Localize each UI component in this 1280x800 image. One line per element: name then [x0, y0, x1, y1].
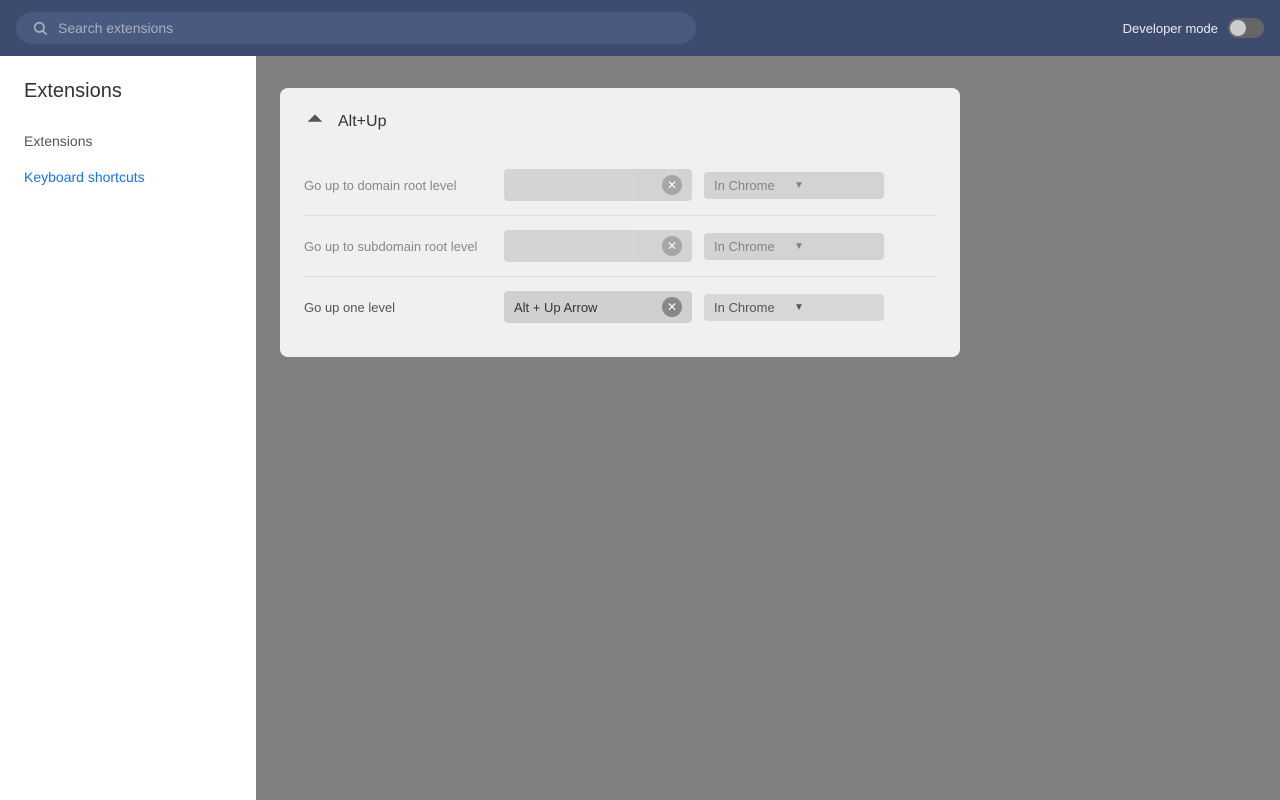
- chevron-icon-subdomain: ▼: [794, 241, 874, 252]
- developer-mode-toggle[interactable]: [1228, 18, 1264, 38]
- scope-label-one-level: In Chrome: [714, 300, 794, 315]
- clear-btn-one-level[interactable]: ✕: [662, 297, 682, 317]
- shortcut-input-subdomain[interactable]: ✕: [504, 230, 692, 262]
- clear-btn-subdomain[interactable]: ✕: [662, 236, 682, 256]
- content-area: Alt+Up Go up to domain root level ✕ In C…: [256, 56, 1280, 800]
- shortcut-input-domain[interactable]: ✕: [504, 169, 692, 201]
- sidebar-title: Extensions: [0, 76, 256, 123]
- search-icon: [32, 20, 48, 36]
- chevron-icon-domain: ▼: [794, 180, 874, 191]
- shortcut-label-domain: Go up to domain root level: [304, 178, 504, 193]
- scope-label-subdomain: In Chrome: [714, 239, 794, 254]
- shortcut-label-subdomain: Go up to subdomain root level: [304, 239, 504, 254]
- scope-select-subdomain[interactable]: In Chrome ▼: [704, 233, 884, 260]
- shortcut-row-subdomain: Go up to subdomain root level ✕ In Chrom…: [304, 216, 936, 277]
- scope-label-domain: In Chrome: [714, 178, 794, 193]
- clear-btn-domain[interactable]: ✕: [662, 175, 682, 195]
- top-bar: Developer mode: [0, 0, 1280, 56]
- developer-mode-label: Developer mode: [1123, 21, 1218, 36]
- card-header: Alt+Up: [304, 108, 936, 135]
- shortcut-card: Alt+Up Go up to domain root level ✕ In C…: [280, 88, 960, 357]
- card-title: Alt+Up: [338, 113, 386, 131]
- shortcut-label-one-level: Go up one level: [304, 300, 504, 315]
- search-input[interactable]: [58, 20, 680, 36]
- shortcut-row-domain: Go up to domain root level ✕ In Chrome ▼: [304, 155, 936, 216]
- scope-select-domain[interactable]: In Chrome ▼: [704, 172, 884, 199]
- sidebar-item-extensions[interactable]: Extensions: [0, 123, 256, 159]
- sidebar-item-keyboard-shortcuts[interactable]: Keyboard shortcuts: [0, 159, 256, 195]
- chevron-icon-one-level: ▼: [794, 302, 874, 313]
- up-arrow-icon: [304, 108, 326, 135]
- search-box[interactable]: [16, 12, 696, 44]
- main-layout: Extensions Extensions Keyboard shortcuts…: [0, 56, 1280, 800]
- developer-mode-area: Developer mode: [1123, 18, 1264, 38]
- shortcut-input-one-level[interactable]: Alt + Up Arrow ✕: [504, 291, 692, 323]
- sidebar: Extensions Extensions Keyboard shortcuts: [0, 56, 256, 800]
- shortcut-input-text-one-level: Alt + Up Arrow: [514, 300, 662, 315]
- scope-select-one-level[interactable]: In Chrome ▼: [704, 294, 884, 321]
- shortcut-row-one-level: Go up one level Alt + Up Arrow ✕ In Chro…: [304, 277, 936, 337]
